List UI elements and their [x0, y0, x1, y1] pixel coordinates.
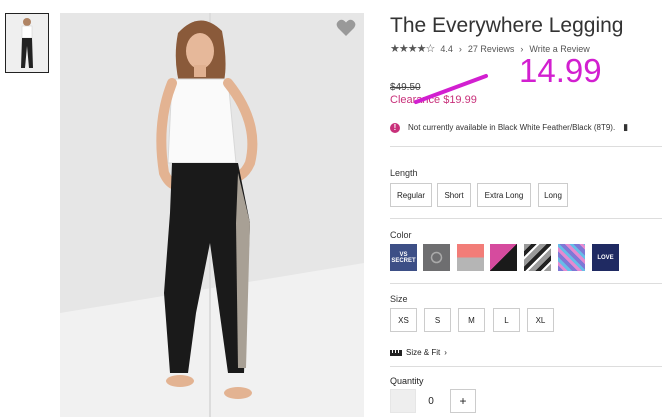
- size-fit-link[interactable]: Size & Fit ›: [390, 348, 447, 357]
- annotation-strike-line: [414, 74, 488, 104]
- quantity-label: Quantity: [390, 376, 424, 386]
- length-label: Length: [390, 168, 418, 178]
- availability-text: Not currently available in Black White F…: [408, 123, 616, 132]
- color-label: Color: [390, 230, 412, 240]
- color-swatch-vs-secret[interactable]: VS SECRET: [390, 244, 417, 271]
- info-icon: ▮: [623, 122, 629, 132]
- color-swatch-coral[interactable]: [457, 244, 484, 271]
- divider: [390, 366, 662, 367]
- color-swatch-navy-love[interactable]: LOVE: [592, 244, 619, 271]
- availability-alert: ! Not currently available in Black White…: [390, 122, 628, 133]
- size-option-xl[interactable]: XL: [527, 308, 554, 332]
- size-option-xs[interactable]: XS: [390, 308, 417, 332]
- length-option-extra-long[interactable]: Extra Long: [477, 183, 531, 207]
- size-option-l[interactable]: L: [493, 308, 520, 332]
- quantity-decrement-button[interactable]: [390, 389, 416, 413]
- divider: [390, 218, 662, 219]
- alert-icon: !: [390, 122, 400, 133]
- length-option-regular[interactable]: Regular: [390, 183, 432, 207]
- length-option-long[interactable]: Long: [538, 183, 568, 207]
- color-swatch-purple-print[interactable]: [558, 244, 585, 271]
- size-option-s[interactable]: S: [424, 308, 451, 332]
- divider: [390, 146, 662, 147]
- color-swatch-pink-black[interactable]: [490, 244, 517, 271]
- quantity-value[interactable]: 0: [418, 389, 444, 413]
- size-label: Size: [390, 294, 408, 304]
- chevron-right-icon: ›: [444, 348, 447, 357]
- ruler-icon: [390, 349, 402, 356]
- color-swatch-charcoal[interactable]: [423, 244, 450, 271]
- divider: [390, 283, 662, 284]
- size-fit-label: Size & Fit: [406, 348, 441, 357]
- quantity-increment-button[interactable]: +: [450, 389, 476, 413]
- size-option-m[interactable]: M: [458, 308, 485, 332]
- color-swatch-grey-stripe[interactable]: [524, 244, 551, 271]
- length-option-short[interactable]: Short: [437, 183, 471, 207]
- logo-icon: [430, 251, 443, 264]
